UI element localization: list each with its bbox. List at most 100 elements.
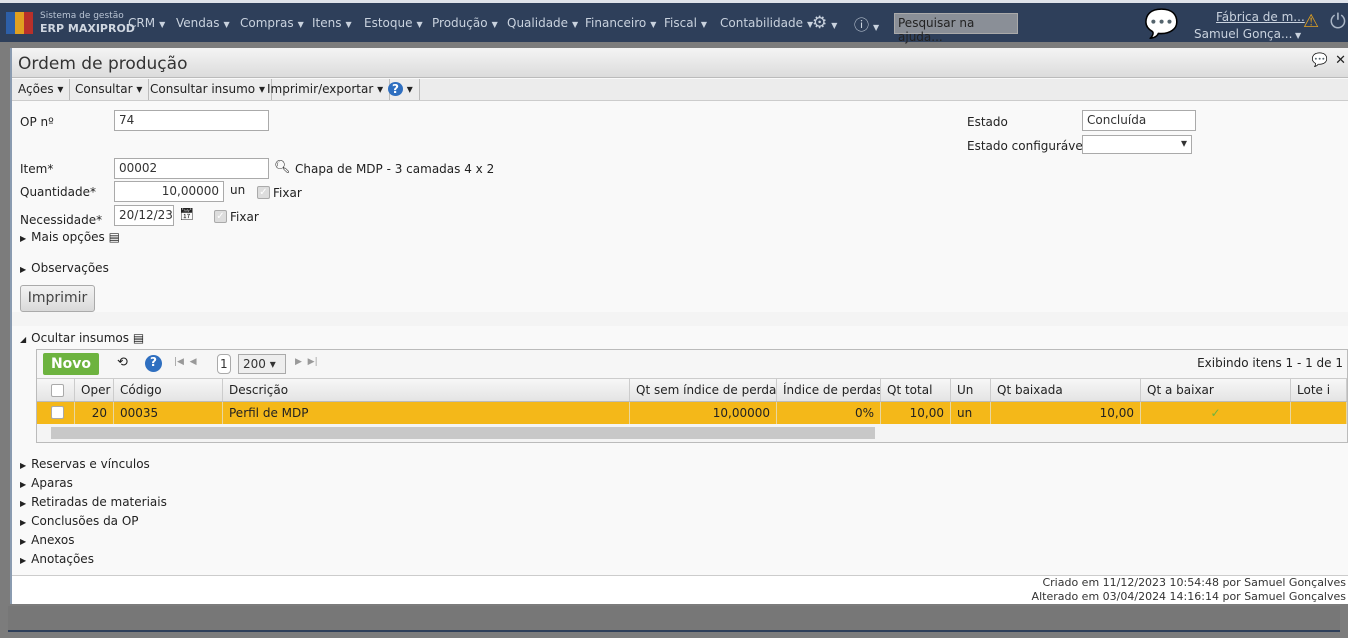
fixar-label: Fixar xyxy=(273,186,302,200)
quantidade-label: Quantidade* xyxy=(20,185,97,199)
unit-label: un xyxy=(230,183,246,197)
user-menu[interactable]: Samuel Gonça... ▼ xyxy=(1194,27,1301,41)
brand-subtitle: Sistema de gestão xyxy=(40,11,124,21)
menu-itens[interactable]: Itens ▼ xyxy=(312,16,352,30)
power-icon[interactable]: ⏻ xyxy=(1330,9,1346,33)
logo[interactable] xyxy=(6,12,34,34)
estado-field[interactable]: Concluída xyxy=(1082,110,1196,131)
imprimir-exportar-menu[interactable]: Imprimir/exportar ▾ xyxy=(261,79,391,100)
column-header[interactable]: Qt a baixar xyxy=(1141,379,1291,401)
divider xyxy=(12,312,1348,326)
menu-vendas[interactable]: Vendas ▼ xyxy=(176,16,230,30)
grid-toolbar: Novo ⟲ ? |◀ ◀ 1 200 ▾ ▶ ▶| Exibindo iten… xyxy=(37,350,1347,378)
menu-compras[interactable]: Compras ▼ xyxy=(240,16,304,30)
ocultar-insumos-toggle[interactable]: ◢ Ocultar insumos ▤ xyxy=(20,331,144,345)
item-label: Item* xyxy=(20,162,54,176)
grid-cell: 00035 xyxy=(114,402,223,424)
menu-produção[interactable]: Produção ▼ xyxy=(432,16,498,30)
fixar-label-2: Fixar xyxy=(230,210,259,224)
menu-fiscal[interactable]: Fiscal ▼ xyxy=(664,16,707,30)
help-icon[interactable]: ? xyxy=(145,355,162,372)
table-row[interactable]: 20 00035 Perfil de MDP 10,00000 0% 10,00 un 10,… xyxy=(37,402,1347,424)
warning-icon[interactable]: ⚠ xyxy=(1303,11,1319,32)
comment-icon[interactable]: 💬 xyxy=(1312,53,1328,68)
acoes-menu[interactable]: Ações ▾ xyxy=(12,79,71,100)
section-toggle[interactable]: ▶ Conclusões da OP xyxy=(20,514,139,528)
next-page-icon[interactable]: ▶ ▶| xyxy=(295,357,318,367)
background-scrollbar xyxy=(8,606,1340,632)
grid-cell: 10,00 xyxy=(991,402,1141,424)
section-toggle[interactable]: ▶ Aparas xyxy=(20,476,73,490)
row-checkbox-cell xyxy=(37,402,75,424)
chat-icon[interactable]: 💬 xyxy=(1144,7,1179,40)
grid-cell: 10,00000 xyxy=(630,402,777,424)
fixar-necessidade-checkbox[interactable]: ✓ xyxy=(214,210,227,223)
help-icon: ? xyxy=(388,82,403,96)
horizontal-scrollbar[interactable] xyxy=(37,424,1347,442)
grid-cell: un xyxy=(951,402,991,424)
column-header[interactable]: Oper xyxy=(75,379,114,401)
menu-qualidade[interactable]: Qualidade ▼ xyxy=(507,16,578,30)
estado-configuravel-label: Estado configurável xyxy=(967,139,1087,153)
observacoes-toggle[interactable]: ▶ Observações xyxy=(20,261,109,275)
gear-icon[interactable]: ⚙ ▼ xyxy=(812,13,837,33)
column-header[interactable]: Qt baixada xyxy=(991,379,1141,401)
search-icon[interactable]: 🔍︎ xyxy=(274,160,291,175)
header-checkbox-cell[interactable] xyxy=(37,379,75,401)
mais-opcoes-toggle[interactable]: ▶ Mais opções ▤ xyxy=(20,230,120,244)
grid-cell: 0% xyxy=(777,402,881,424)
quantidade-field[interactable]: 10,00000 xyxy=(114,181,224,202)
scroll-thumb[interactable] xyxy=(51,427,875,439)
company-link[interactable]: Fábrica de m... xyxy=(1216,10,1305,24)
help-menu[interactable]: ? ▾ xyxy=(382,79,420,100)
grid-header: Oper Código Descrição Qt sem índice de perd… xyxy=(37,378,1347,402)
column-header[interactable]: Un xyxy=(951,379,991,401)
changed-info: Alterado em 03/04/2024 14:16:14 por Samu… xyxy=(1031,590,1346,603)
op-number-field[interactable]: 74 xyxy=(114,110,269,131)
item-field[interactable]: 00002 xyxy=(114,158,269,179)
section-toggle[interactable]: ▶ Anotações xyxy=(20,552,94,566)
grid-cell: 10,00 xyxy=(881,402,951,424)
imprimir-button[interactable]: Imprimir xyxy=(20,285,95,312)
menu-contabilidade[interactable]: Contabilidade ▼ xyxy=(720,16,813,30)
row-checkbox[interactable] xyxy=(51,406,64,419)
item-description: Chapa de MDP - 3 camadas 4 x 2 xyxy=(295,162,495,176)
grid-cell xyxy=(1291,402,1347,424)
grid-cell: Perfil de MDP xyxy=(223,402,630,424)
fixar-quantidade-checkbox[interactable]: ✓ xyxy=(257,186,270,199)
column-header[interactable]: Lote i xyxy=(1291,379,1347,401)
consultar-menu[interactable]: Consultar ▾ xyxy=(69,79,150,100)
menu-crm[interactable]: CRM ▼ xyxy=(128,16,165,30)
column-header[interactable]: Código xyxy=(114,379,223,401)
estado-configuravel-select[interactable]: ▾ xyxy=(1082,135,1192,154)
production-order-window: Ordem de produção 💬 ✕ Ações ▾ Consultar … xyxy=(10,48,1348,604)
section-toggle[interactable]: ▶ Retiradas de materiais xyxy=(20,495,167,509)
consultar-insumo-menu[interactable]: Consultar insumo ▾ xyxy=(144,79,272,100)
estado-label: Estado xyxy=(967,115,1008,129)
section-toggle[interactable]: ▶ Reservas e vínculos xyxy=(20,457,150,471)
refresh-icon[interactable]: ⟲ xyxy=(117,355,128,370)
pagination-info: Exibindo itens 1 - 1 de 1 xyxy=(1197,356,1343,370)
page-size-select[interactable]: 200 ▾ xyxy=(238,354,286,374)
column-header[interactable]: Índice de perdas xyxy=(777,379,881,401)
calendar-icon[interactable]: 📅︎ xyxy=(179,207,194,221)
menu-financeiro[interactable]: Financeiro ▼ xyxy=(585,16,656,30)
page-input[interactable]: 1 xyxy=(217,354,231,374)
column-header[interactable]: Qt total xyxy=(881,379,951,401)
close-icon[interactable]: ✕ xyxy=(1335,53,1346,68)
user-name: Samuel Gonça... xyxy=(1194,27,1293,41)
section-toggle[interactable]: ▶ Anexos xyxy=(20,533,74,547)
help-search-input[interactable]: Pesquisar na ajuda... xyxy=(894,13,1018,44)
necessidade-date-field[interactable]: 20/12/23 xyxy=(114,205,174,226)
column-header[interactable]: Descrição xyxy=(223,379,630,401)
first-page-icon[interactable]: |◀ ◀ xyxy=(174,357,197,367)
menu-estoque[interactable]: Estoque ▼ xyxy=(364,16,423,30)
window-title: Ordem de produção xyxy=(18,54,188,74)
column-header[interactable]: Qt sem índice de perdas xyxy=(630,379,777,401)
novo-button[interactable]: Novo xyxy=(43,353,99,375)
brand-name: ERP MAXIPROD xyxy=(40,22,135,35)
insumos-grid: Novo ⟲ ? |◀ ◀ 1 200 ▾ ▶ ▶| Exibindo iten… xyxy=(36,349,1348,443)
help-icon[interactable]: ⓘ ▼ xyxy=(854,14,879,35)
op-label: OP nº xyxy=(20,115,54,129)
select-all-checkbox[interactable] xyxy=(51,384,64,397)
